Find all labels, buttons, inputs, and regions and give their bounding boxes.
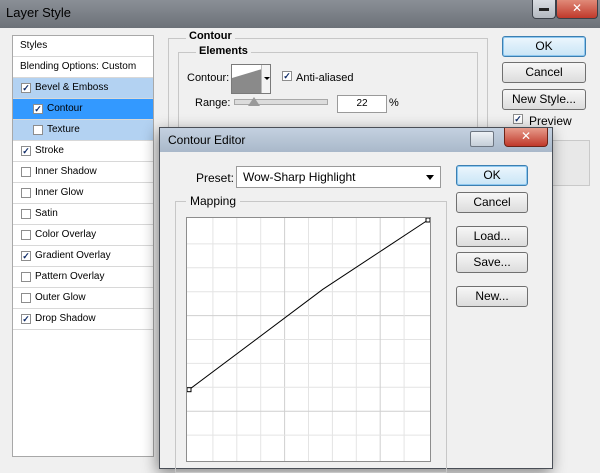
range-label: Range: — [195, 97, 231, 109]
cancel-button[interactable]: Cancel — [502, 62, 586, 83]
style-item[interactable]: ✓ Bevel & Emboss — [13, 78, 153, 99]
style-item[interactable]: Inner Shadow — [13, 162, 153, 183]
style-checkbox[interactable]: ✓ — [21, 146, 31, 156]
style-item-label: Inner Glow — [35, 187, 84, 198]
preview-label: Preview — [529, 114, 572, 128]
new-style-button[interactable]: New Style... — [502, 89, 586, 110]
style-item-label: Drop Shadow — [35, 313, 96, 324]
new-button[interactable]: New... — [456, 286, 528, 307]
contour-thumbnail-icon — [232, 65, 262, 93]
style-item[interactable]: Pattern Overlay — [13, 267, 153, 288]
contour-ok-button[interactable]: OK — [456, 165, 528, 186]
style-item-label: Styles — [20, 40, 48, 51]
style-item[interactable]: ✓ Contour — [13, 99, 153, 120]
preview-swatch — [548, 140, 590, 186]
style-checkbox[interactable]: ✓ — [33, 104, 43, 114]
style-item-label: Contour — [47, 103, 83, 114]
contour-picker[interactable] — [231, 64, 271, 94]
close-button[interactable]: ✕ — [556, 0, 598, 19]
style-item[interactable]: Inner Glow — [13, 183, 153, 204]
load-button[interactable]: Load... — [456, 226, 528, 247]
contour-editor-dialog: Contour Editor ✕ Preset: Wow-Sharp Highl… — [159, 127, 553, 473]
style-item-label: Satin — [35, 208, 58, 219]
style-checkbox[interactable] — [21, 188, 31, 198]
styles-list: Styles Blending Options: Custom ✓ Bevel & E… — [12, 35, 154, 457]
style-item-label: Bevel & Emboss — [35, 82, 109, 93]
style-item-label: Color Overlay — [35, 229, 97, 240]
style-item-label: Inner Shadow — [35, 166, 97, 177]
style-checkbox[interactable] — [21, 293, 31, 303]
style-item-label: Blending Options: Custom — [20, 61, 137, 72]
style-checkbox[interactable]: ✓ — [21, 251, 31, 261]
style-item-label: Gradient Overlay — [35, 250, 111, 261]
contour-cancel-button[interactable]: Cancel — [456, 192, 528, 213]
range-unit: % — [389, 97, 399, 109]
range-input[interactable]: 22 — [337, 95, 387, 113]
mapping-graph[interactable] — [186, 217, 431, 462]
style-item-label: Stroke — [35, 145, 64, 156]
curve-point[interactable] — [425, 218, 430, 223]
elements-section-title: Elements — [196, 45, 251, 57]
contour-label: Contour: — [187, 72, 230, 84]
contour-picker-dropdown[interactable] — [261, 65, 270, 93]
style-item[interactable]: Styles — [13, 36, 153, 57]
close-icon: ✕ — [571, 1, 583, 15]
style-checkbox[interactable]: ✓ — [21, 83, 31, 93]
preview-checkbox[interactable]: ✓ — [513, 114, 523, 124]
style-checkbox[interactable] — [21, 230, 31, 240]
style-item-label: Pattern Overlay — [35, 271, 105, 282]
anti-aliased-label: Anti-aliased — [296, 72, 354, 84]
style-item[interactable]: Blending Options: Custom — [13, 57, 153, 78]
preset-label: Preset: — [196, 171, 235, 185]
layer-style-title: Layer Style — [6, 5, 72, 20]
style-item[interactable]: ✓ Stroke — [13, 141, 153, 162]
chevron-down-icon — [426, 175, 434, 180]
style-checkbox[interactable] — [21, 272, 31, 282]
chevron-down-icon — [264, 77, 270, 80]
contour-section-title: Contour — [186, 30, 235, 42]
curve-point[interactable] — [187, 387, 192, 393]
preset-select[interactable]: Wow-Sharp Highlight — [236, 166, 441, 188]
contour-editor-close-button[interactable]: ✕ — [504, 128, 548, 147]
layer-style-title-bar — [0, 0, 600, 28]
style-item[interactable]: Satin — [13, 204, 153, 225]
anti-aliased-checkbox[interactable]: ✓ — [282, 71, 292, 81]
style-item[interactable]: Texture — [13, 120, 153, 141]
elements-group-box — [178, 52, 478, 134]
style-checkbox[interactable] — [21, 209, 31, 219]
style-item[interactable]: ✓ Drop Shadow — [13, 309, 153, 330]
ok-button[interactable]: OK — [502, 36, 586, 57]
contour-editor-title: Contour Editor — [168, 133, 246, 147]
style-checkbox[interactable]: ✓ — [21, 314, 31, 324]
style-checkbox[interactable] — [21, 167, 31, 177]
style-item-label: Texture — [47, 124, 80, 135]
range-slider-thumb[interactable] — [248, 97, 261, 106]
style-item[interactable]: Color Overlay — [13, 225, 153, 246]
preset-value: Wow-Sharp Highlight — [243, 170, 356, 184]
style-checkbox[interactable] — [33, 125, 43, 135]
minimize-button[interactable] — [532, 0, 556, 19]
style-item[interactable]: Outer Glow — [13, 288, 153, 309]
close-icon: ✕ — [520, 129, 532, 143]
style-item[interactable]: ✓ Gradient Overlay — [13, 246, 153, 267]
help-icon[interactable] — [470, 131, 494, 147]
minimize-icon — [539, 8, 549, 11]
save-button[interactable]: Save... — [456, 252, 528, 273]
mapping-label: Mapping — [186, 194, 241, 208]
style-item-label: Outer Glow — [35, 292, 86, 303]
